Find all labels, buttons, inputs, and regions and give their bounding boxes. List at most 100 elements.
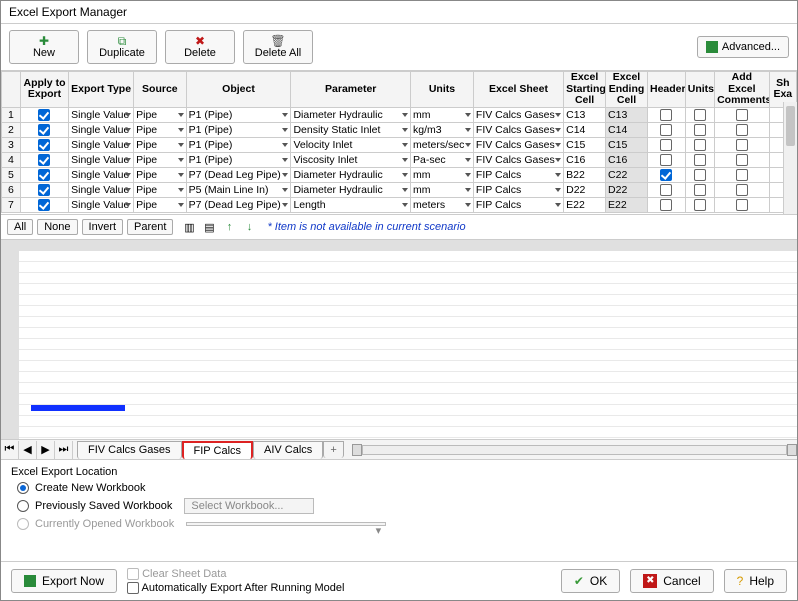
header-cell[interactable] [647, 167, 685, 182]
param-cell[interactable]: Diameter Hydraulic [291, 182, 411, 197]
header-checkbox[interactable] [660, 154, 672, 166]
row-number[interactable]: 4 [2, 152, 21, 167]
sheet-cell[interactable]: FIV Calcs Gases [473, 122, 563, 137]
sheet-area[interactable] [1, 240, 797, 439]
start-cell[interactable]: C15 [564, 137, 606, 152]
sheet-cell[interactable]: FIV Calcs Gases [473, 152, 563, 167]
comments-cell[interactable] [715, 122, 770, 137]
comments-cell[interactable] [715, 152, 770, 167]
header-checkbox[interactable] [660, 184, 672, 196]
object-cell[interactable]: P7 (Dead Leg Pipe) [186, 197, 291, 212]
units-checkbox[interactable] [694, 154, 706, 166]
prev-workbook-radio[interactable] [17, 500, 29, 512]
sheet-cell[interactable]: FIP Calcs [473, 182, 563, 197]
cancel-button[interactable]: ✖ Cancel [630, 569, 713, 593]
end-cell[interactable]: C15 [606, 137, 648, 152]
col-header[interactable]: Units [685, 72, 714, 108]
sheet-tab[interactable]: FIP Calcs [182, 441, 253, 459]
advanced-button[interactable]: Advanced... [697, 36, 789, 58]
end-cell[interactable]: D22 [606, 182, 648, 197]
header-cell[interactable] [647, 122, 685, 137]
header-checkbox[interactable] [660, 199, 672, 211]
units-checkbox[interactable] [694, 184, 706, 196]
row-number[interactable]: 1 [2, 107, 21, 122]
end-cell[interactable]: C14 [606, 122, 648, 137]
grid-scrollbar[interactable] [783, 102, 797, 214]
apply-checkbox[interactable] [38, 124, 50, 136]
type-cell[interactable]: Single Value [69, 107, 134, 122]
apply-cell[interactable] [20, 152, 68, 167]
header-cell[interactable] [647, 107, 685, 122]
start-cell[interactable]: D22 [564, 182, 606, 197]
end-cell[interactable]: C22 [606, 167, 648, 182]
row-number[interactable]: 3 [2, 137, 21, 152]
unitschk-cell[interactable] [685, 182, 714, 197]
table-row[interactable]: 6Single ValuePipeP5 (Main Line In)Diamet… [2, 182, 797, 197]
object-cell[interactable]: P1 (Pipe) [186, 152, 291, 167]
comments-checkbox[interactable] [736, 154, 748, 166]
export-now-button[interactable]: Export Now [11, 569, 117, 593]
comments-cell[interactable] [715, 197, 770, 212]
end-cell[interactable]: C16 [606, 152, 648, 167]
row-number[interactable]: 7 [2, 197, 21, 212]
col-header[interactable]: Excel Starting Cell [564, 72, 606, 108]
table-row[interactable]: 7Single ValuePipeP7 (Dead Leg Pipe)Lengt… [2, 197, 797, 212]
units-cell[interactable]: meters [411, 197, 474, 212]
units-cell[interactable]: Pa-sec [411, 152, 474, 167]
type-cell[interactable]: Single Value [69, 197, 134, 212]
table-row[interactable]: 4Single ValuePipeP1 (Pipe)Viscosity Inle… [2, 152, 797, 167]
source-cell[interactable]: Pipe [134, 107, 186, 122]
col-header[interactable]: Add Excel Comments [715, 72, 770, 108]
row-number[interactable]: 2 [2, 122, 21, 137]
param-cell[interactable]: Diameter Hydraulic [291, 107, 411, 122]
type-cell[interactable]: Single Value [69, 152, 134, 167]
sheet-hscroll[interactable] [352, 443, 797, 457]
auto-export-checkbox[interactable] [127, 582, 139, 594]
ok-button[interactable]: ✔ OK [561, 569, 620, 593]
filter-parent-button[interactable]: Parent [127, 219, 173, 235]
param-cell[interactable]: Density Static Inlet [291, 122, 411, 137]
apply-checkbox[interactable] [38, 199, 50, 211]
apply-cell[interactable] [20, 167, 68, 182]
unitschk-cell[interactable] [685, 167, 714, 182]
select-workbook-button[interactable]: Select Workbook... [184, 498, 314, 514]
move-down-icon[interactable]: ↓ [241, 220, 257, 234]
table-row[interactable]: 2Single ValuePipeP1 (Pipe)Density Static… [2, 122, 797, 137]
auto-export-option[interactable]: Automatically Export After Running Model [127, 582, 344, 594]
apply-cell[interactable] [20, 122, 68, 137]
col-header[interactable] [2, 72, 21, 108]
nav-prev-icon[interactable]: ◀ [19, 441, 37, 459]
apply-cell[interactable] [20, 182, 68, 197]
object-cell[interactable]: P1 (Pipe) [186, 137, 291, 152]
end-cell[interactable]: E22 [606, 197, 648, 212]
layout-icon-1[interactable]: ▥ [181, 220, 197, 234]
header-checkbox[interactable] [660, 169, 672, 181]
comments-checkbox[interactable] [736, 169, 748, 181]
filter-invert-button[interactable]: Invert [82, 219, 124, 235]
col-header[interactable]: Header [647, 72, 685, 108]
header-cell[interactable] [647, 182, 685, 197]
header-cell[interactable] [647, 137, 685, 152]
units-checkbox[interactable] [694, 109, 706, 121]
apply-checkbox[interactable] [38, 169, 50, 181]
col-header[interactable]: Object [186, 72, 291, 108]
unitschk-cell[interactable] [685, 122, 714, 137]
col-header[interactable]: Excel Sheet [473, 72, 563, 108]
layout-icon-2[interactable]: ▤ [201, 220, 217, 234]
param-cell[interactable]: Length [291, 197, 411, 212]
header-cell[interactable] [647, 197, 685, 212]
comments-checkbox[interactable] [736, 199, 748, 211]
sheet-tab[interactable]: FIV Calcs Gases [77, 441, 182, 459]
col-header[interactable]: Export Type [69, 72, 134, 108]
apply-checkbox[interactable] [38, 184, 50, 196]
comments-cell[interactable] [715, 182, 770, 197]
units-checkbox[interactable] [694, 124, 706, 136]
duplicate-button[interactable]: ⧉ Duplicate [87, 30, 157, 64]
apply-checkbox[interactable] [38, 109, 50, 121]
param-cell[interactable]: Diameter Hydraulic [291, 167, 411, 182]
start-cell[interactable]: C16 [564, 152, 606, 167]
units-checkbox[interactable] [694, 169, 706, 181]
unitschk-cell[interactable] [685, 107, 714, 122]
units-cell[interactable]: mm [411, 107, 474, 122]
apply-cell[interactable] [20, 107, 68, 122]
